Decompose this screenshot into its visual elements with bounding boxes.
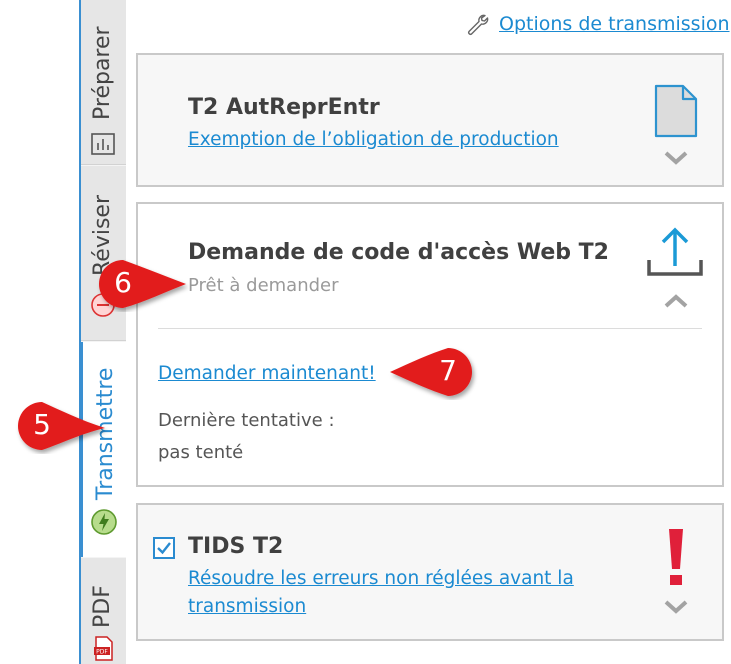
resolve-errors-link-line1[interactable]: Résoudre les erreurs non réglées avant l… bbox=[188, 568, 574, 589]
card-tids-t2: TIDS T2 Résoudre les erreurs non réglées… bbox=[136, 503, 724, 641]
callout-number: 5 bbox=[33, 408, 51, 441]
tab-preparer-label: Préparer bbox=[90, 26, 115, 120]
tab-pdf[interactable]: PDF PDF bbox=[81, 558, 126, 664]
last-attempt-value: pas tenté bbox=[158, 442, 244, 463]
sidebar-border bbox=[79, 0, 81, 664]
transmission-options-link[interactable]: Options de transmission bbox=[499, 13, 730, 35]
resolve-errors-link-line2[interactable]: transmission bbox=[188, 596, 306, 617]
request-now-link[interactable]: Demander maintenant! bbox=[158, 363, 376, 384]
callout-number: 6 bbox=[114, 266, 132, 299]
chevron-up-icon[interactable] bbox=[664, 294, 688, 308]
last-attempt-label: Dernière tentative : bbox=[158, 410, 335, 431]
card-t2-autreprentr: T2 AutReprEntr Exemption de l’obligation… bbox=[136, 53, 724, 187]
callout-5: 5 bbox=[5, 398, 115, 454]
card-title: Demande de code d'accès Web T2 bbox=[188, 240, 609, 265]
card-divider bbox=[158, 328, 702, 329]
tab-reviser[interactable]: Réviser bbox=[81, 166, 126, 341]
card-title: TIDS T2 bbox=[188, 534, 284, 559]
exemption-link[interactable]: Exemption de l’obligation de production bbox=[188, 129, 559, 150]
chart-document-icon bbox=[91, 133, 115, 155]
lightning-icon bbox=[91, 509, 117, 535]
callout-7: 7 bbox=[384, 344, 484, 400]
card-title: T2 AutReprEntr bbox=[188, 95, 380, 120]
tab-preparer[interactable]: Préparer bbox=[81, 0, 126, 165]
callout-number: 7 bbox=[439, 354, 457, 387]
upload-icon bbox=[647, 227, 703, 276]
wrench-icon bbox=[468, 14, 489, 35]
exclamation-icon bbox=[669, 529, 683, 585]
callout-6: 6 bbox=[90, 256, 200, 312]
chevron-down-icon[interactable] bbox=[664, 600, 688, 614]
chevron-down-icon[interactable] bbox=[664, 151, 688, 165]
transmission-options[interactable]: Options de transmission bbox=[465, 12, 730, 36]
svg-text:PDF: PDF bbox=[96, 649, 108, 656]
pdf-icon: PDF bbox=[94, 636, 113, 661]
checkbox[interactable] bbox=[153, 537, 175, 559]
document-icon bbox=[654, 84, 698, 138]
card-status: Prêt à demander bbox=[188, 275, 339, 296]
tab-pdf-label: PDF bbox=[90, 585, 115, 628]
